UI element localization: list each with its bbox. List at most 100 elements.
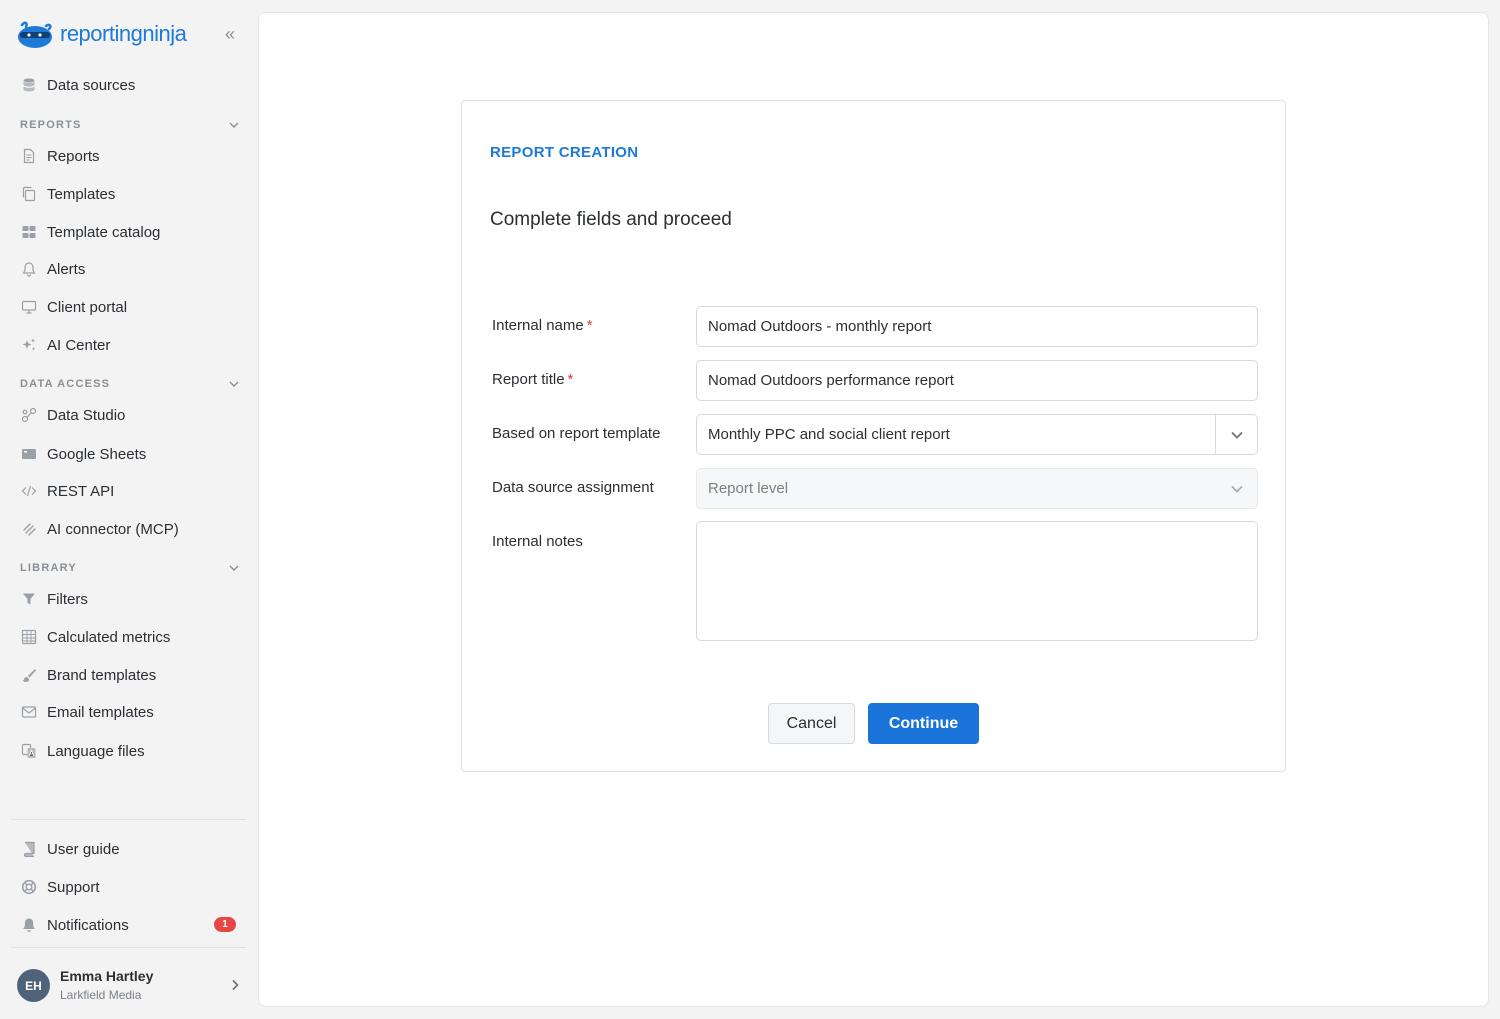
sidebar-item-label: Language files bbox=[47, 742, 145, 760]
sidebar-item-google-sheets[interactable]: Google Sheets bbox=[20, 442, 240, 466]
section-header-label: LIBRARY bbox=[20, 562, 77, 574]
document-icon bbox=[20, 147, 38, 165]
monitor-icon bbox=[20, 298, 38, 316]
sidebar-item-ai-center[interactable]: AI Center bbox=[20, 333, 240, 357]
sidebar-item-calculated-metrics[interactable]: Calculated metrics bbox=[20, 625, 240, 649]
sidebar-item-label: Calculated metrics bbox=[47, 628, 171, 646]
sidebar-item-label: Reports bbox=[47, 147, 100, 165]
template-select[interactable]: Monthly PPC and social client report bbox=[696, 414, 1258, 455]
mail-icon bbox=[20, 703, 38, 721]
chevron-right-icon bbox=[232, 979, 239, 991]
sidebar-item-label: AI Center bbox=[47, 336, 111, 354]
data-source-assignment-label: Data source assignment bbox=[492, 479, 654, 496]
chevron-down-icon bbox=[1231, 485, 1243, 493]
user-organization: Larkfield Media bbox=[60, 988, 142, 1002]
sidebar-item-label: Support bbox=[47, 878, 100, 896]
sidebar-item-data-sources[interactable]: Data sources bbox=[20, 73, 240, 97]
sidebar-item-label: Brand templates bbox=[47, 666, 157, 684]
chevron-down-icon bbox=[1231, 431, 1243, 439]
required-asterisk: * bbox=[586, 317, 593, 334]
section-header-library[interactable]: LIBRARY bbox=[20, 560, 240, 576]
user-account-menu[interactable]: EH Emma Hartley Larkfield Media bbox=[17, 966, 242, 1004]
sidebar-item-user-guide[interactable]: User guide bbox=[20, 837, 240, 861]
double-chevron-left-icon: « bbox=[224, 24, 235, 44]
logo[interactable]: reportingninja bbox=[16, 17, 242, 51]
lifebuoy-icon bbox=[20, 878, 38, 896]
sidebar-divider bbox=[11, 819, 246, 820]
nodes-icon bbox=[20, 406, 38, 424]
template-label: Based on report template bbox=[492, 425, 661, 442]
sidebar-item-label: Alerts bbox=[47, 260, 86, 278]
report-title-label: Report title * bbox=[492, 371, 573, 388]
field-label-text: Internal name bbox=[492, 317, 584, 334]
internal-name-label: Internal name * bbox=[492, 317, 593, 334]
sidebar-item-notifications[interactable]: Notifications bbox=[20, 913, 240, 937]
avatar: EH bbox=[17, 969, 50, 1002]
sidebar-item-label: Notifications bbox=[47, 916, 129, 934]
sidebar-item-client-portal[interactable]: Client portal bbox=[20, 295, 240, 319]
book-icon bbox=[20, 840, 38, 858]
section-header-label: DATA ACCESS bbox=[20, 378, 111, 390]
bell-icon bbox=[20, 260, 38, 278]
sidebar-item-label: User guide bbox=[47, 840, 120, 858]
required-asterisk: * bbox=[567, 371, 574, 388]
sidebar-item-label: Email templates bbox=[47, 703, 154, 721]
sidebar-item-email-templates[interactable]: Email templates bbox=[20, 700, 240, 724]
sidebar-item-alerts[interactable]: Alerts bbox=[20, 257, 240, 281]
language-icon bbox=[20, 742, 38, 760]
card-subtitle: Complete fields and proceed bbox=[490, 209, 732, 230]
select-separator bbox=[1215, 415, 1216, 454]
internal-name-input[interactable] bbox=[696, 306, 1258, 347]
sidebar-item-support[interactable]: Support bbox=[20, 875, 240, 899]
data-source-assignment-select: Report level bbox=[696, 468, 1258, 509]
sidebar-item-label: REST API bbox=[47, 482, 115, 500]
user-name: Emma Hartley bbox=[60, 968, 154, 984]
sheet-icon bbox=[20, 445, 38, 463]
filter-icon bbox=[20, 590, 38, 608]
field-label-text: Report title bbox=[492, 371, 565, 388]
section-header-reports[interactable]: REPORTS bbox=[20, 117, 240, 133]
main-content: REPORT CREATION Complete fields and proc… bbox=[258, 12, 1489, 1007]
sidebar-item-templates[interactable]: Templates bbox=[20, 182, 240, 206]
internal-notes-textarea[interactable] bbox=[696, 521, 1258, 641]
data-source-assignment-value: Report level bbox=[708, 480, 789, 497]
section-header-data-access[interactable]: DATA ACCESS bbox=[20, 376, 240, 392]
sparkle-icon bbox=[20, 336, 38, 354]
code-icon bbox=[20, 482, 38, 500]
sidebar-item-label: Template catalog bbox=[47, 223, 161, 241]
cancel-button[interactable]: Cancel bbox=[768, 703, 855, 744]
table-icon bbox=[20, 628, 38, 646]
sidebar-item-label: Client portal bbox=[47, 298, 128, 316]
chevron-down-icon bbox=[229, 122, 239, 128]
ninja-logo-icon bbox=[18, 21, 52, 48]
sidebar-item-data-studio[interactable]: Data Studio bbox=[20, 403, 240, 427]
grid-icon bbox=[20, 223, 38, 241]
sidebar-item-filters[interactable]: Filters bbox=[20, 587, 240, 611]
sidebar-item-label: AI connector (MCP) bbox=[47, 520, 179, 538]
sidebar-item-brand-templates[interactable]: Brand templates bbox=[20, 663, 240, 687]
continue-button[interactable]: Continue bbox=[868, 703, 979, 744]
sidebar-item-label: Data Studio bbox=[47, 406, 126, 424]
sidebar-item-label: Templates bbox=[47, 185, 116, 203]
bell-filled-icon bbox=[20, 916, 38, 934]
sidebar-item-label: Data sources bbox=[47, 76, 136, 94]
chevron-down-icon bbox=[229, 381, 239, 387]
sidebar-item-ai-connector[interactable]: AI connector (MCP) bbox=[20, 517, 240, 541]
sidebar-item-template-catalog[interactable]: Template catalog bbox=[20, 220, 240, 244]
sidebar: reportingninja « Data sources REPORTS Re… bbox=[0, 0, 258, 1019]
section-header-label: REPORTS bbox=[20, 119, 82, 131]
sidebar-item-reports[interactable]: Reports bbox=[20, 144, 240, 168]
sidebar-item-label: Google Sheets bbox=[47, 445, 147, 463]
brush-icon bbox=[20, 666, 38, 684]
database-icon bbox=[20, 76, 38, 94]
collapse-sidebar-button[interactable]: « bbox=[220, 25, 240, 43]
sidebar-item-rest-api[interactable]: REST API bbox=[20, 479, 240, 503]
copy-icon bbox=[20, 185, 38, 203]
template-select-value: Monthly PPC and social client report bbox=[708, 426, 950, 443]
report-title-input[interactable] bbox=[696, 360, 1258, 401]
sidebar-item-label: Filters bbox=[47, 590, 88, 608]
sidebar-item-language-files[interactable]: Language files bbox=[20, 739, 240, 763]
connector-icon bbox=[20, 520, 38, 538]
sidebar-divider bbox=[11, 947, 246, 948]
chevron-down-icon bbox=[229, 565, 239, 571]
